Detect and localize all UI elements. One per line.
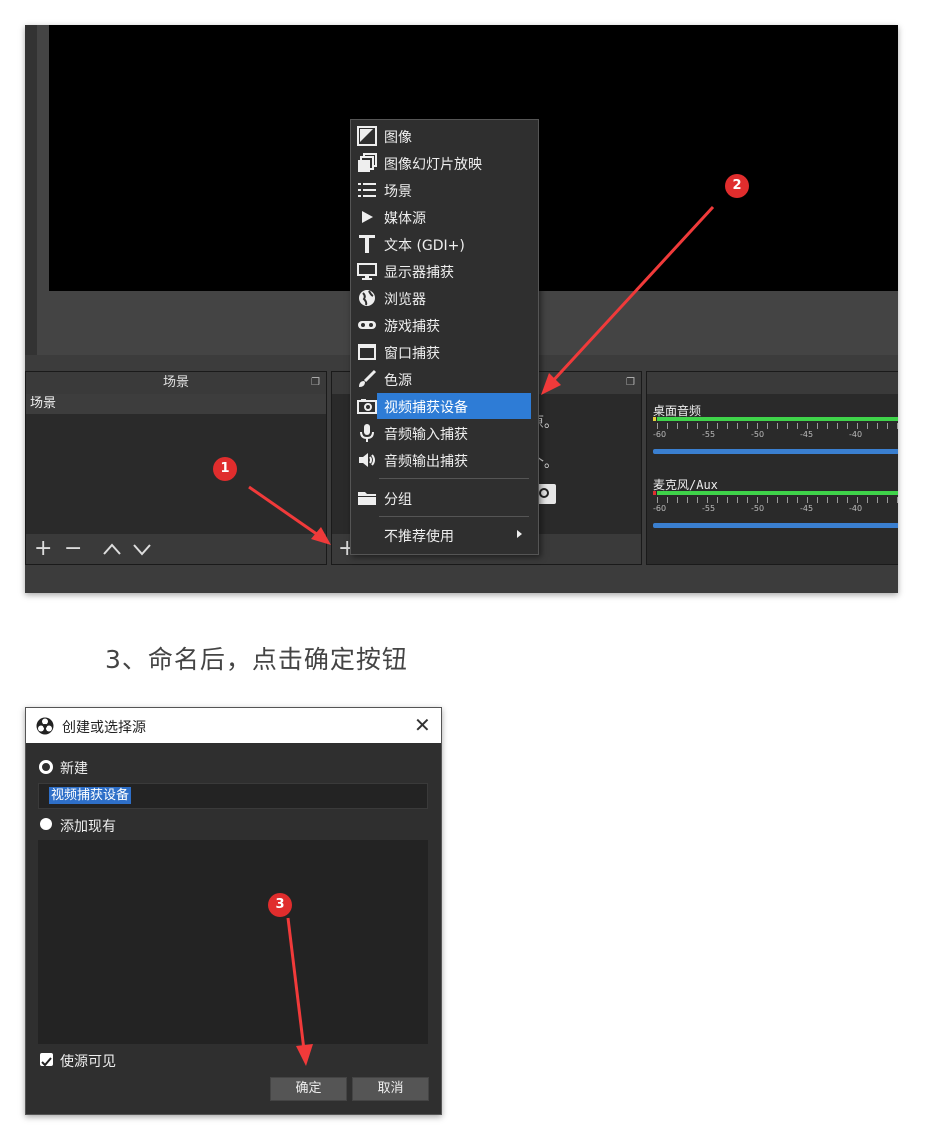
step-badge-1: 1 (213, 457, 237, 481)
obs-main-window: 场景 ❐ 场景 + − ❐ 原。 个。 + 桌面音频 -60 -55 -50 -… (25, 25, 898, 593)
annotation-arrows (286, 917, 313, 1066)
annotation-arrow (286, 917, 306, 1051)
annotation-arrow (248, 485, 322, 539)
step-badge-3: 3 (268, 893, 292, 917)
annotation-arrows (248, 205, 715, 545)
step-badge-2: 2 (725, 174, 749, 198)
annotation-arrow (549, 205, 715, 385)
create-select-source-dialog: 创建或选择源 ✕ 新建 视频捕获设备 添加现有 使源可见 确定 取消 3 (25, 707, 442, 1115)
annotation-arrow-head (296, 1044, 313, 1066)
instruction-caption: 3、命名后，点击确定按钮 (105, 645, 408, 674)
annotation-arrow-head (311, 527, 331, 545)
